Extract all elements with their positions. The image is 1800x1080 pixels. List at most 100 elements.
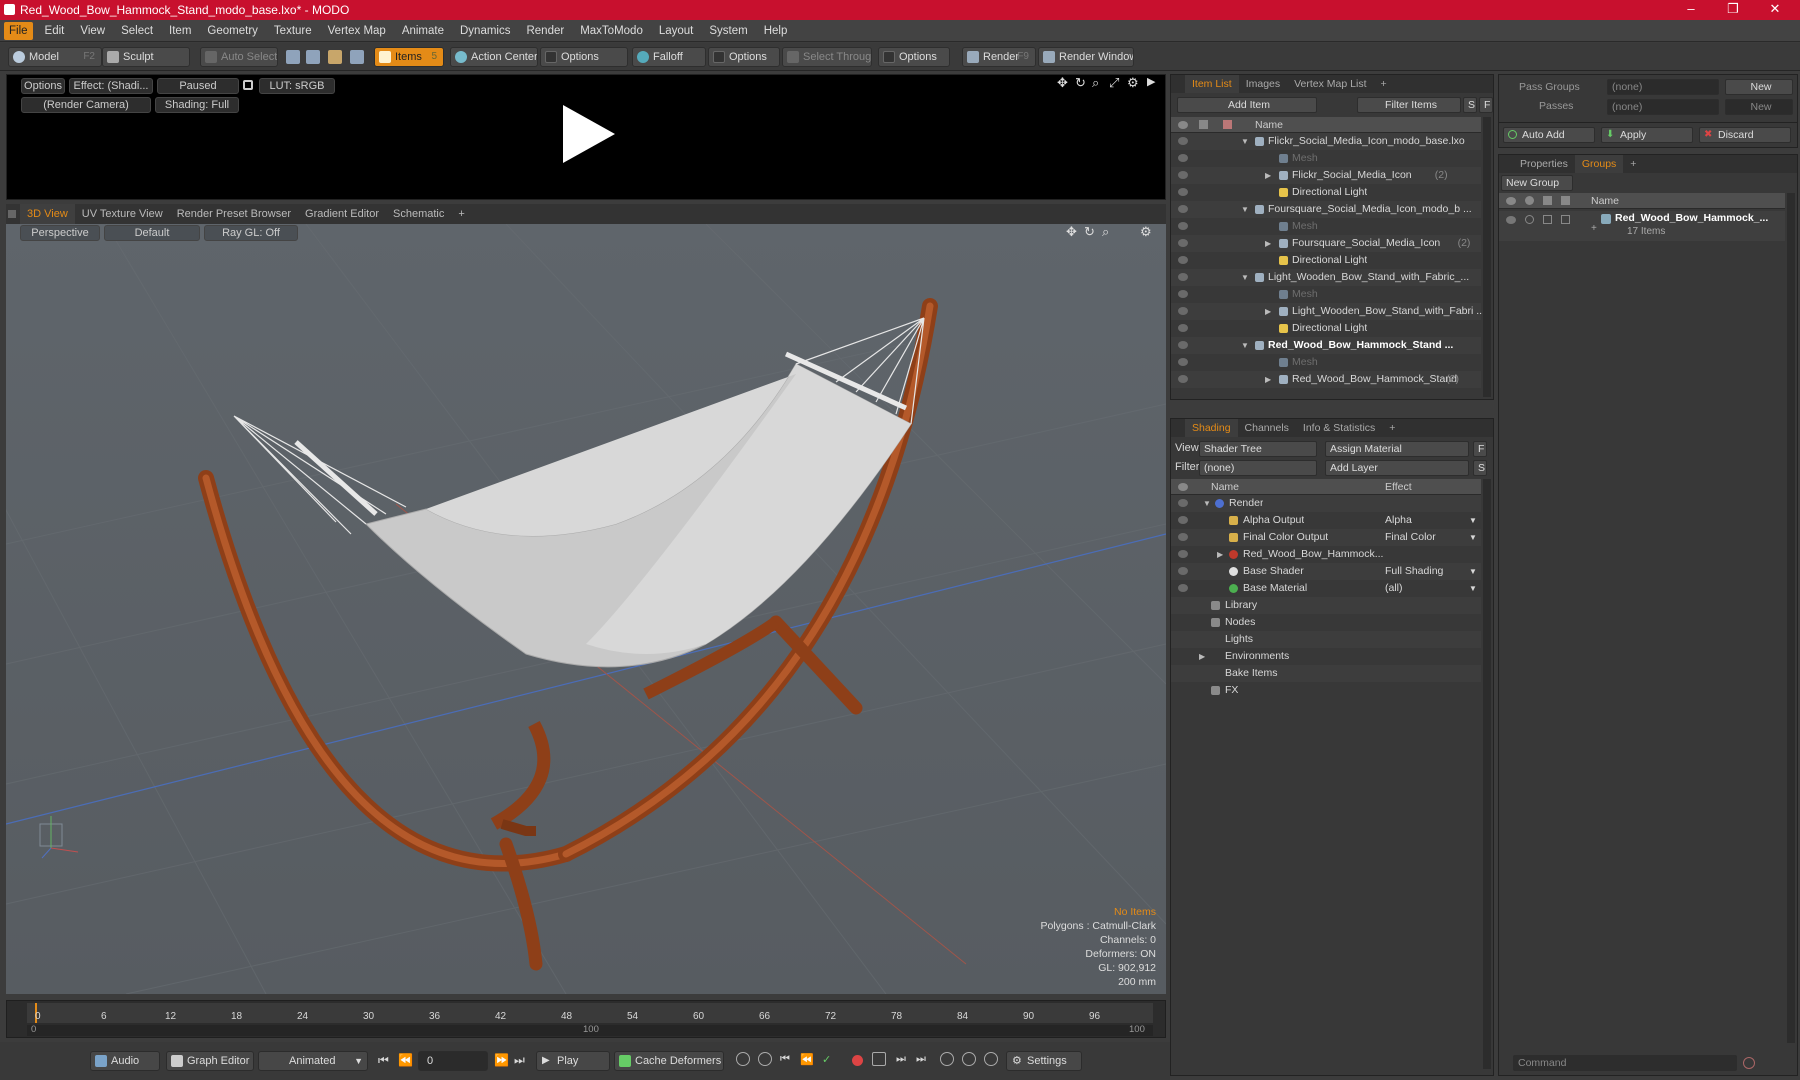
effect-dropdown[interactable]: (all) [1385, 580, 1403, 597]
add-tab-button[interactable]: + [1623, 155, 1643, 173]
previous-key-icon[interactable]: ⏪ [398, 1053, 413, 1067]
graph-editor-button[interactable]: Graph Editor [166, 1051, 254, 1071]
audio-button[interactable]: Audio [90, 1051, 160, 1071]
shader-tree-row[interactable]: Library [1171, 597, 1481, 614]
raygl-dropdown[interactable]: Ray GL: Off [204, 225, 298, 241]
eye-icon[interactable] [1178, 188, 1188, 196]
menu-system[interactable]: System [701, 20, 755, 42]
group-row[interactable]: Red_Wood_Bow_Hammock_... + 17 Items [1499, 211, 1785, 241]
filter-f-button[interactable]: F [1479, 97, 1493, 113]
expand-icon[interactable]: + [1591, 223, 1597, 234]
effect-dropdown[interactable]: Alpha [1385, 512, 1412, 529]
edges-select-icon[interactable] [306, 50, 320, 64]
item-list-row[interactable]: ▼ Foursquare_Social_Media_Icon_modo_b ... [1171, 201, 1481, 218]
add-item-dropdown[interactable]: Add Item [1177, 97, 1317, 113]
eye-icon[interactable] [1178, 358, 1188, 366]
new-pass-group-button[interactable]: New [1725, 79, 1793, 95]
key-nav-icon[interactable]: ⏭ [896, 1053, 906, 1066]
maximize-button[interactable]: ❐ [1712, 0, 1754, 20]
key-tool-icon[interactable] [872, 1052, 886, 1066]
key-icon[interactable]: ✓ [822, 1053, 831, 1066]
tab-schematic[interactable]: Schematic [386, 204, 451, 224]
apply-button[interactable]: ⬇ Apply [1601, 127, 1693, 143]
eye-icon[interactable] [1178, 550, 1188, 558]
move-view-icon[interactable]: ✥ [1066, 224, 1077, 240]
shader-tree-scrollbar[interactable] [1483, 479, 1491, 1069]
menu-view[interactable]: View [72, 20, 113, 42]
item-list-row[interactable]: ▼ Red_Wood_Bow_Hammock_Stand ... [1171, 337, 1481, 354]
record-icon[interactable] [852, 1055, 863, 1066]
style-default-dropdown[interactable]: Default [104, 225, 200, 241]
cache-deformers-button[interactable]: Cache Deformers [614, 1051, 724, 1071]
add-tab-button[interactable]: + [451, 204, 471, 224]
timeline-ruler[interactable]: 0 6 12 18 24 30 36 42 48 54 60 66 72 78 … [27, 1003, 1153, 1023]
auto-select-button[interactable]: Auto Select [200, 47, 278, 67]
expand-arrow-icon[interactable]: ▶ [1265, 235, 1271, 252]
lock-toggle-icon[interactable] [1543, 215, 1552, 224]
add-layer-dropdown[interactable]: Add Layer [1325, 460, 1469, 476]
sculpt-mode-button[interactable]: Sculpt [102, 47, 190, 67]
item-list-row[interactable]: ▶ Foursquare_Social_Media_Icon (2) [1171, 235, 1481, 252]
chevron-down-icon[interactable]: ▼ [1469, 580, 1477, 597]
eye-icon[interactable] [1178, 273, 1188, 281]
effect-dropdown[interactable]: Final Color [1385, 529, 1436, 546]
shader-tree-row[interactable]: FX [1171, 682, 1481, 699]
menu-animate[interactable]: Animate [394, 20, 452, 42]
new-group-button[interactable]: New Group [1501, 175, 1573, 191]
tab-3d-view[interactable]: 3D View [20, 204, 75, 224]
timeline[interactable]: 0 6 12 18 24 30 36 42 48 54 60 66 72 78 … [6, 1000, 1166, 1038]
eye-icon[interactable] [1178, 584, 1188, 592]
play-icon[interactable] [555, 101, 619, 167]
assign-material-dropdown[interactable]: Assign Material [1325, 441, 1469, 457]
close-button[interactable]: ✕ [1754, 0, 1796, 20]
settings-button[interactable]: ⚙ Settings [1006, 1051, 1082, 1071]
shader-tree-row[interactable]: Base Shader Full Shading ▼ [1171, 563, 1481, 580]
eye-icon[interactable] [1506, 216, 1516, 224]
shader-tree-row[interactable]: Bake Items [1171, 665, 1481, 682]
materials-select-icon[interactable] [350, 50, 364, 64]
eye-icon[interactable] [1178, 205, 1188, 213]
expand-arrow-icon[interactable]: ▶ [1265, 371, 1271, 388]
render-preview[interactable]: Options Effect: (Shadi... Paused LUT: sR… [6, 74, 1166, 200]
collapse-arrow-icon[interactable]: ▼ [1241, 133, 1249, 150]
key-nav-icon[interactable]: ⏮ [780, 1053, 790, 1066]
menu-layout[interactable]: Layout [651, 20, 702, 42]
item-list-row[interactable]: ▼ Flickr_Social_Media_Icon_modo_base.lxo [1171, 133, 1481, 150]
key-tool-icon[interactable] [962, 1052, 976, 1066]
shader-tree-row[interactable]: Lights [1171, 631, 1481, 648]
go-to-start-icon[interactable]: ⏮ [378, 1053, 389, 1068]
expand-arrow-icon[interactable]: ▶ [1217, 546, 1223, 563]
menu-select[interactable]: Select [113, 20, 161, 42]
lock-icon[interactable] [243, 80, 253, 90]
eye-icon[interactable] [1178, 533, 1188, 541]
eye-icon[interactable] [1178, 222, 1188, 230]
eye-icon[interactable] [1178, 137, 1188, 145]
filter-items-input[interactable]: Filter Items [1357, 97, 1461, 113]
polygons-select-icon[interactable] [328, 50, 342, 64]
filter-s-button[interactable]: S [1463, 97, 1477, 113]
go-to-end-icon[interactable]: ⏭ [514, 1053, 525, 1068]
menu-render[interactable]: Render [518, 20, 572, 42]
key-nav-icon[interactable]: ⏭ [916, 1053, 926, 1066]
frame-input[interactable]: 0 [418, 1051, 488, 1071]
shader-tree-row[interactable]: Final Color Output Final Color ▼ [1171, 529, 1481, 546]
chevron-down-icon[interactable]: ▼ [1469, 529, 1477, 546]
eye-icon[interactable] [1178, 307, 1188, 315]
item-list-row[interactable]: Directional Light [1171, 184, 1481, 201]
item-list-row[interactable]: ▼ Light_Wooden_Bow_Stand_with_Fabric_... [1171, 269, 1481, 286]
key-tool-icon[interactable] [984, 1052, 998, 1066]
eye-icon[interactable] [1178, 499, 1188, 507]
perspective-dropdown[interactable]: Perspective [20, 225, 100, 241]
model-mode-button[interactable]: Model F2 [8, 47, 102, 67]
add-tab-button[interactable]: + [1374, 75, 1394, 93]
command-input[interactable]: Command [1513, 1055, 1737, 1071]
collapse-arrow-icon[interactable]: ▼ [1203, 495, 1211, 512]
animated-dropdown[interactable]: Animated ▼ [258, 1051, 368, 1071]
key-tool-icon[interactable] [940, 1052, 954, 1066]
key-tool-icon[interactable] [736, 1052, 750, 1066]
shader-tree-row[interactable]: ▼ Render [1171, 495, 1481, 512]
tab-channels[interactable]: Channels [1238, 419, 1296, 437]
menu-help[interactable]: Help [756, 20, 796, 42]
expand-arrow-icon[interactable]: ▶ [1265, 167, 1271, 184]
key-nav-icon[interactable]: ⏪ [800, 1053, 814, 1066]
